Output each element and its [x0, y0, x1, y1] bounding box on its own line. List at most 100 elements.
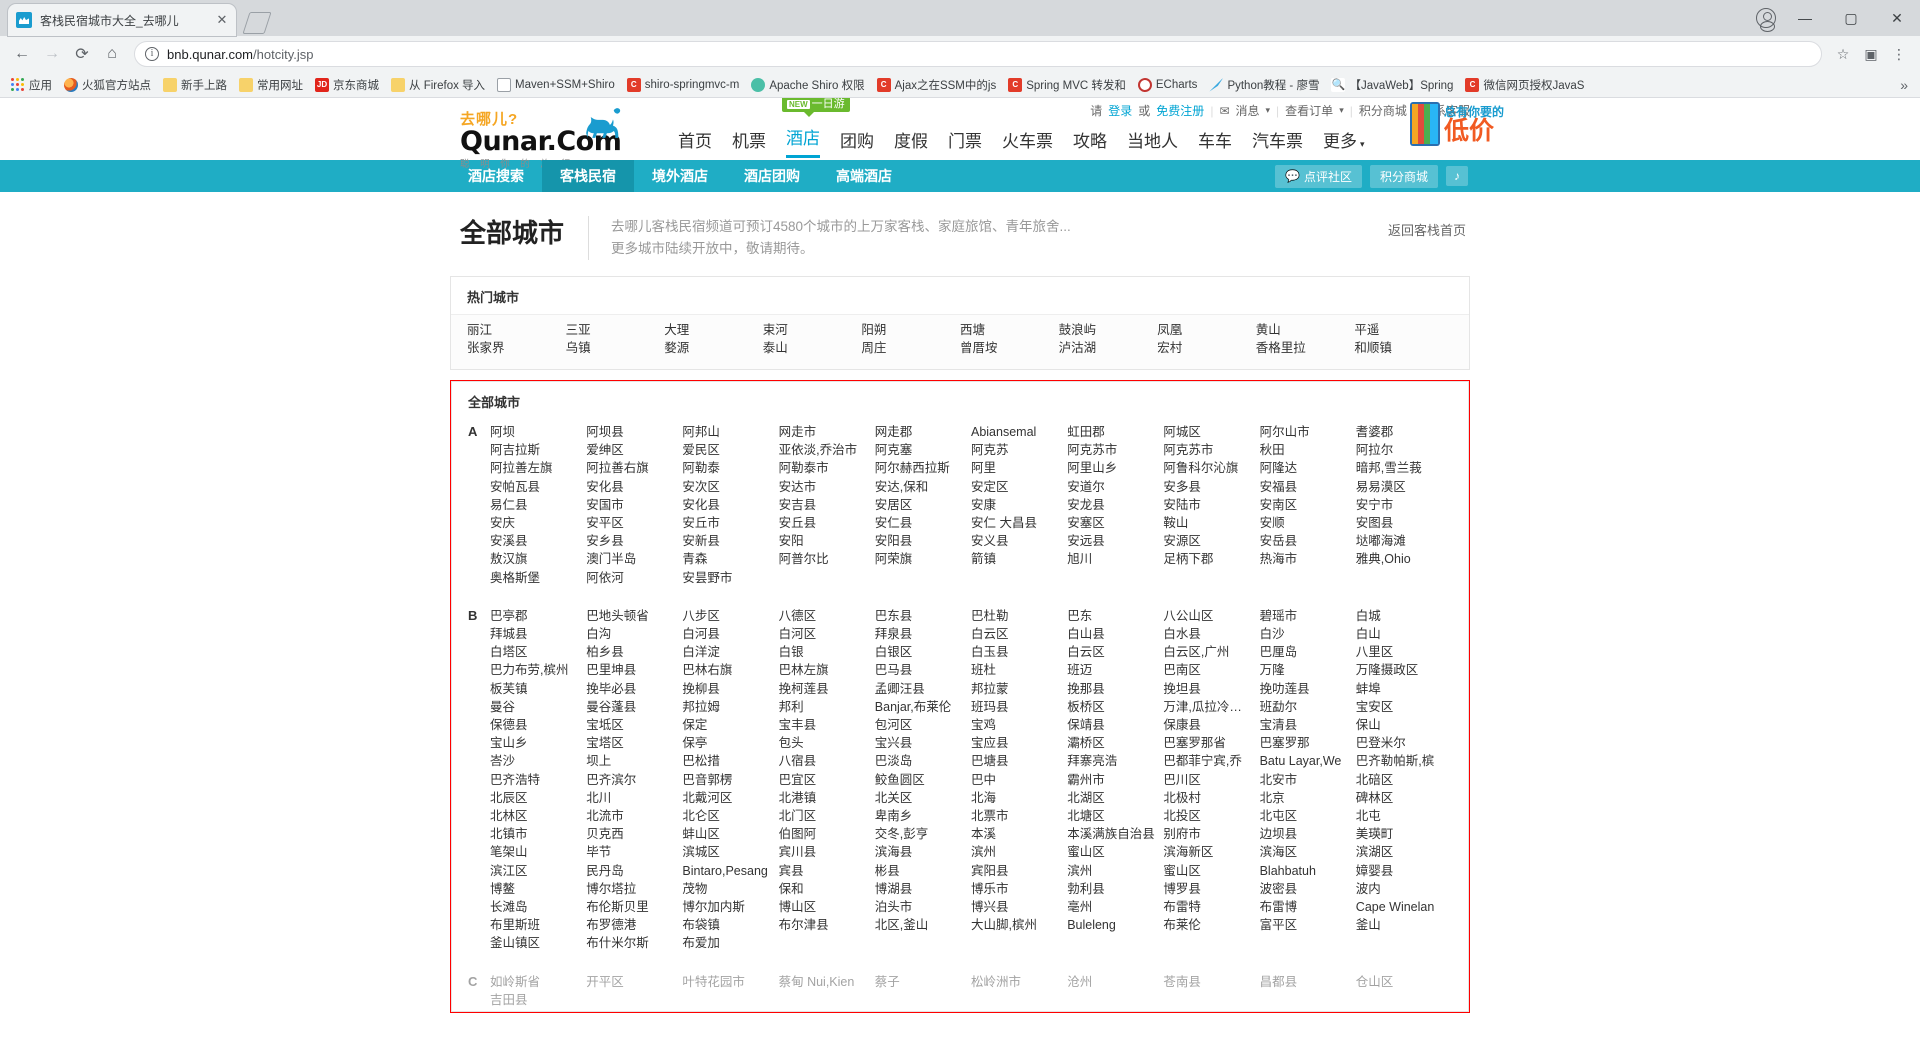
city-link[interactable]: 易仁县 — [490, 496, 586, 514]
message-link[interactable]: 消息 — [1236, 102, 1260, 119]
city-link[interactable]: 滨州 — [1067, 862, 1163, 880]
city-link[interactable]: 巴东 — [1067, 607, 1163, 625]
city-link[interactable]: 挽坦县 — [1163, 680, 1259, 698]
browser-tab[interactable]: 客栈民宿城市大全_去哪儿 ✕ — [8, 4, 236, 36]
city-link[interactable]: 宝鸡 — [971, 716, 1067, 734]
city-link[interactable]: 宾川县 — [779, 843, 875, 861]
city-link[interactable]: 博湖县 — [875, 880, 971, 898]
hot-city-link[interactable]: 西塘 — [960, 321, 1059, 339]
bookmark-item[interactable]: C 微信网页授权JavaS — [1460, 75, 1589, 95]
city-link[interactable]: 如岭斯省 — [490, 973, 586, 991]
city-link[interactable]: 亳州 — [1067, 898, 1163, 916]
city-link[interactable]: 宝兴县 — [875, 734, 971, 752]
mainnav-item[interactable]: 攻略 — [1073, 127, 1107, 158]
city-link[interactable]: 白云区,广州 — [1163, 643, 1259, 661]
bookmark-star-icon[interactable]: ☆ — [1830, 41, 1856, 67]
city-link[interactable]: 八步区 — [682, 607, 778, 625]
city-link[interactable]: 北港镇 — [779, 789, 875, 807]
hot-city-link[interactable]: 泸沽湖 — [1059, 339, 1158, 357]
hot-city-link[interactable]: 平遥 — [1354, 321, 1453, 339]
new-tab-button[interactable] — [242, 8, 270, 36]
city-link[interactable]: 阿吉拉斯 — [490, 441, 586, 459]
city-link[interactable]: Banjar,布莱伦 — [875, 698, 971, 716]
city-link[interactable]: 蜜山区 — [1163, 862, 1259, 880]
city-link[interactable]: 安平区 — [586, 514, 682, 532]
city-link[interactable]: 巴塞罗那省 — [1163, 734, 1259, 752]
city-link[interactable]: 开平区 — [586, 973, 682, 991]
city-link[interactable]: 滨海新区 — [1163, 843, 1259, 861]
city-link[interactable]: 巴宜区 — [779, 771, 875, 789]
city-link[interactable]: 万津,瓜拉冷岳县 — [1163, 698, 1259, 716]
city-link[interactable]: 北戴河区 — [682, 789, 778, 807]
city-link[interactable]: 安道尔 — [1067, 478, 1163, 496]
mainnav-item[interactable]: 汽车票 — [1252, 127, 1303, 158]
bookmark-item[interactable]: JD 京东商城 — [310, 75, 384, 95]
mainnav-item[interactable]: 团购 — [840, 127, 874, 158]
city-link[interactable]: 鲛鱼圆区 — [875, 771, 971, 789]
city-link[interactable]: 布雷博 — [1260, 898, 1356, 916]
city-link[interactable]: 青森 — [682, 550, 778, 568]
mainnav-item[interactable]: 度假 — [894, 127, 928, 158]
city-link[interactable]: 富平区 — [1260, 916, 1356, 934]
city-link[interactable]: 白河区 — [779, 625, 875, 643]
city-link[interactable]: 网走市 — [779, 423, 875, 441]
city-link[interactable]: 巴地头顿省 — [586, 607, 682, 625]
city-link[interactable]: 白银区 — [875, 643, 971, 661]
city-link[interactable]: 保亭 — [682, 734, 778, 752]
city-link[interactable]: 波密县 — [1260, 880, 1356, 898]
city-link[interactable]: 北屯 — [1356, 807, 1452, 825]
city-link[interactable]: 安岳县 — [1260, 532, 1356, 550]
city-link[interactable]: 巴力布劳,槟州 — [490, 661, 586, 679]
city-link[interactable]: 拜泉县 — [875, 625, 971, 643]
address-bar[interactable]: i bnb.qunar.com/hotcity.jsp — [134, 41, 1822, 67]
city-link[interactable]: 阿尔赫西拉斯 — [875, 459, 971, 477]
city-link[interactable]: 鞍山 — [1163, 514, 1259, 532]
city-link[interactable]: 邦利 — [779, 698, 875, 716]
browser-menu-icon[interactable]: ⋮ — [1886, 41, 1912, 67]
city-link[interactable]: 民丹岛 — [586, 862, 682, 880]
city-link[interactable]: 安昙野市 — [682, 569, 778, 587]
city-link[interactable]: 巴淡岛 — [875, 752, 971, 770]
city-link[interactable]: Cape Winelan — [1356, 898, 1452, 916]
city-link[interactable]: 安远县 — [1067, 532, 1163, 550]
city-link[interactable]: 宝应县 — [971, 734, 1067, 752]
city-link[interactable]: 秋田 — [1260, 441, 1356, 459]
back-icon[interactable]: ← — [8, 40, 36, 68]
city-link[interactable]: 安康 — [971, 496, 1067, 514]
city-link[interactable]: 蚌山区 — [682, 825, 778, 843]
profile-icon[interactable] — [1756, 8, 1776, 32]
city-link[interactable]: 茂物 — [682, 880, 778, 898]
city-link[interactable]: 沧州 — [1067, 973, 1163, 991]
community-button[interactable]: 💬 点评社区 — [1275, 164, 1362, 188]
city-link[interactable]: 奥格斯堡 — [490, 569, 586, 587]
city-link[interactable]: 美瑛町 — [1356, 825, 1452, 843]
city-link[interactable]: 巴厘岛 — [1260, 643, 1356, 661]
city-link[interactable]: 安达,保和 — [875, 478, 971, 496]
city-link[interactable]: 挽柳县 — [682, 680, 778, 698]
city-link[interactable]: 白河县 — [682, 625, 778, 643]
site-info-icon[interactable]: i — [145, 47, 159, 61]
city-link[interactable]: 白云区 — [971, 625, 1067, 643]
subnav-item[interactable]: 酒店团购 — [726, 160, 818, 192]
city-link[interactable]: 虹田郡 — [1067, 423, 1163, 441]
city-link[interactable]: 白银 — [779, 643, 875, 661]
city-link[interactable]: 安源区 — [1163, 532, 1259, 550]
minimize-button[interactable]: — — [1782, 0, 1828, 36]
city-link[interactable]: 灞桥区 — [1067, 734, 1163, 752]
city-link[interactable]: 巴齐滨尔 — [586, 771, 682, 789]
city-link[interactable]: 阿隆达 — [1260, 459, 1356, 477]
city-link[interactable]: 苍南县 — [1163, 973, 1259, 991]
city-link[interactable]: 巴亭郡 — [490, 607, 586, 625]
city-link[interactable]: 博山区 — [779, 898, 875, 916]
city-link[interactable]: 挽柯莲县 — [779, 680, 875, 698]
city-link[interactable]: 拜城县 — [490, 625, 586, 643]
hot-city-link[interactable]: 泰山 — [763, 339, 862, 357]
city-link[interactable]: 阿勒泰 — [682, 459, 778, 477]
city-link[interactable]: 昌都县 — [1260, 973, 1356, 991]
city-link[interactable]: 保定 — [682, 716, 778, 734]
city-link[interactable]: 巴齐浩特 — [490, 771, 586, 789]
city-link[interactable]: 板桥区 — [1067, 698, 1163, 716]
hot-city-link[interactable]: 婺源 — [664, 339, 763, 357]
city-link[interactable]: 巴都菲宁宾,乔 — [1163, 752, 1259, 770]
city-link[interactable]: 布罗德港 — [586, 916, 682, 934]
